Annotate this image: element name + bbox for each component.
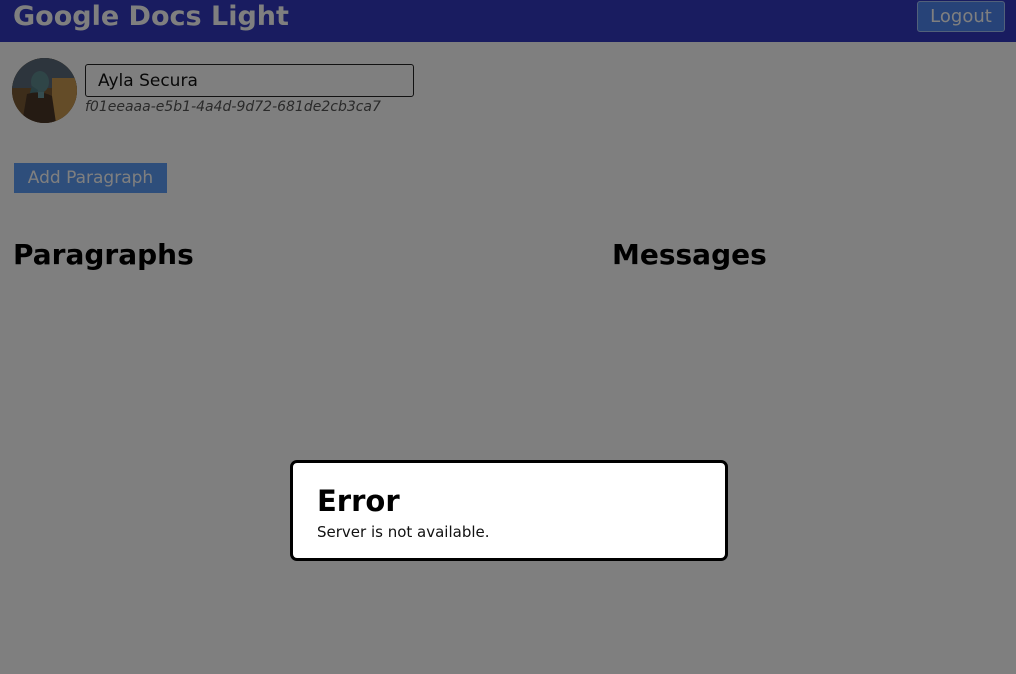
error-message: Server is not available. [317,523,490,541]
modal-overlay[interactable] [0,0,1016,674]
error-dialog: Error Server is not available. [290,460,728,561]
error-title: Error [317,484,400,518]
